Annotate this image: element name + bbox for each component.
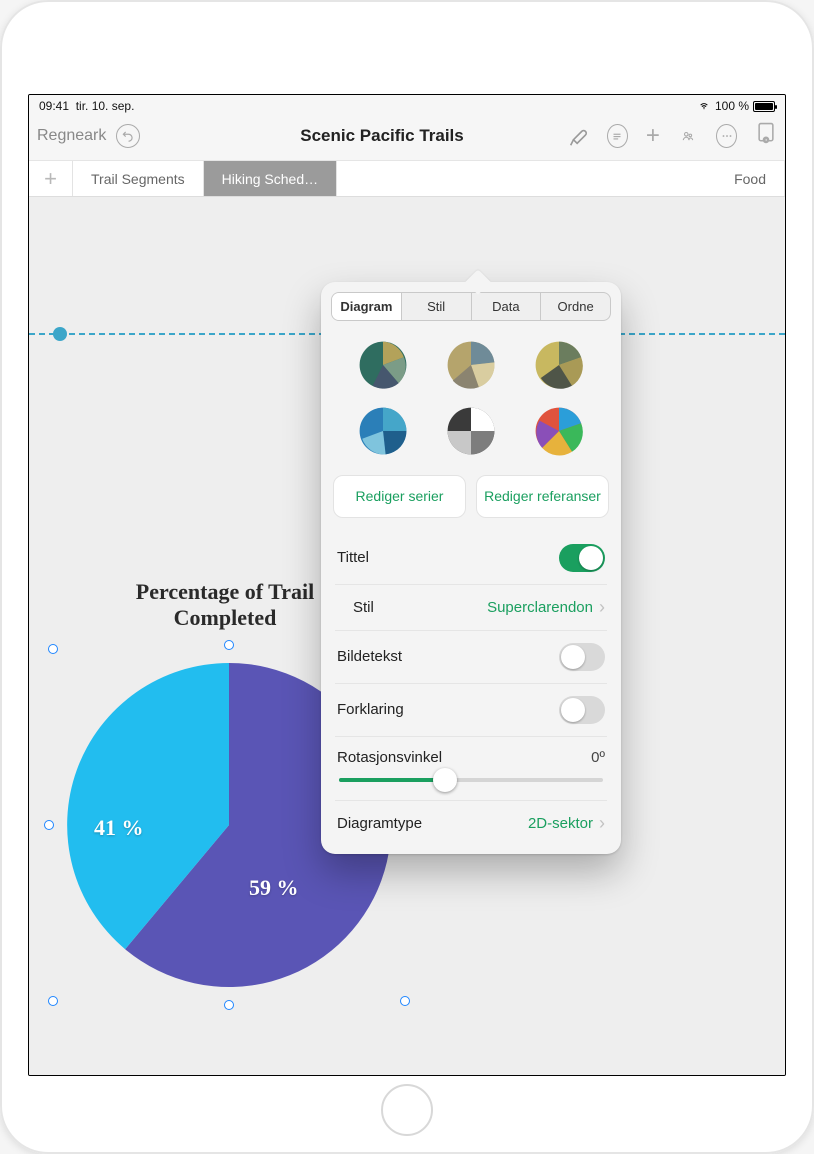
battery-percent: 100 % [715, 99, 749, 113]
segment-arrange[interactable]: Ordne [541, 293, 610, 320]
legend-label: Forklaring [337, 701, 404, 718]
title-style-value: Superclarendon [487, 599, 593, 616]
edit-series-button[interactable]: Rediger serier [333, 475, 466, 518]
status-bar: 09:41 tir. 10. sep. 100 % [29, 95, 785, 115]
edit-references-button[interactable]: Rediger referanser [476, 475, 609, 518]
chart-style-swatch[interactable] [445, 405, 497, 457]
collab-button[interactable] [678, 124, 698, 148]
comment-button[interactable] [607, 124, 628, 148]
title-toggle[interactable] [559, 544, 605, 572]
rotation-value: 0º [591, 749, 605, 766]
chart-style-swatch[interactable] [357, 339, 409, 391]
caption-toggle[interactable] [559, 643, 605, 671]
selection-handle[interactable] [224, 640, 234, 650]
more-button[interactable] [716, 124, 737, 148]
spreadsheet-canvas[interactable]: Percentage of Trail Completed 41 % 59 % [29, 197, 785, 1076]
format-segmented-control: Diagram Stil Data Ordne [331, 292, 611, 321]
caption-label: Bildetekst [337, 648, 402, 665]
app-toolbar: Regneark Scenic Pacific Trails + [29, 115, 785, 161]
ipad-home-button[interactable] [381, 1084, 433, 1136]
format-popover: Diagram Stil Data Ordne Rediger serier [321, 282, 621, 854]
wifi-icon [697, 101, 711, 111]
add-sheet-button[interactable]: + [29, 161, 73, 196]
chart-type-value: 2D-sektor [528, 815, 593, 832]
chart-style-swatch[interactable] [357, 405, 409, 457]
tab-hiking-schedule[interactable]: Hiking Sched… [204, 161, 338, 196]
chart-title: Percentage of Trail Completed [105, 579, 345, 632]
tab-food[interactable]: Food [716, 161, 785, 196]
legend-toggle[interactable] [559, 696, 605, 724]
tab-trail-segments[interactable]: Trail Segments [73, 161, 204, 196]
ipad-frame: 09:41 tir. 10. sep. 100 % Regneark Sceni… [0, 0, 814, 1154]
undo-button[interactable] [116, 124, 140, 148]
segment-data[interactable]: Data [472, 293, 542, 320]
title-style-row[interactable]: Stil Superclarendon › [335, 584, 607, 630]
back-button[interactable]: Regneark [37, 127, 106, 145]
chart-style-swatch[interactable] [445, 339, 497, 391]
color-swatch-row-1 [321, 333, 621, 399]
selection-handle[interactable] [48, 644, 58, 654]
rotation-slider[interactable] [339, 778, 603, 782]
battery-icon [753, 101, 775, 112]
title-label: Tittel [337, 549, 369, 566]
segment-diagram[interactable]: Diagram [332, 293, 402, 320]
selection-handle[interactable] [48, 996, 58, 1006]
screen: 09:41 tir. 10. sep. 100 % Regneark Sceni… [28, 94, 786, 1076]
selection-handle[interactable] [224, 1000, 234, 1010]
segment-style[interactable]: Stil [402, 293, 472, 320]
selection-handle[interactable] [400, 996, 410, 1006]
document-title: Scenic Pacific Trails [201, 126, 563, 146]
presentation-button[interactable] [755, 121, 777, 150]
chart-type-row[interactable]: Diagramtype 2D-sektor › [335, 800, 607, 846]
caption-toggle-row: Bildetekst [335, 630, 607, 683]
insert-button[interactable]: + [646, 122, 660, 150]
chart-style-swatch[interactable] [533, 339, 585, 391]
format-brush-icon[interactable] [567, 123, 589, 149]
slice-label-1: 59 % [249, 875, 299, 901]
status-date: tir. 10. sep. [76, 99, 135, 113]
alignment-guide-handle[interactable] [53, 327, 67, 341]
rotation-row: Rotasjonsvinkel 0º [335, 736, 607, 800]
status-time: 09:41 [39, 99, 69, 113]
legend-toggle-row: Forklaring [335, 683, 607, 736]
chevron-right-icon: › [599, 597, 605, 618]
chevron-right-icon: › [599, 813, 605, 834]
slice-label-0: 41 % [94, 815, 144, 841]
chart-type-label: Diagramtype [337, 815, 422, 832]
title-toggle-row: Tittel [335, 532, 607, 584]
rotation-label: Rotasjonsvinkel [337, 749, 442, 766]
status-right: 100 % [697, 99, 775, 113]
title-style-label: Stil [353, 599, 374, 616]
status-left: 09:41 tir. 10. sep. [39, 99, 134, 113]
color-swatch-row-2 [321, 399, 621, 465]
chart-style-swatch[interactable] [533, 405, 585, 457]
sheet-tabs: + Trail Segments Hiking Sched… Food [29, 161, 785, 197]
selection-handle[interactable] [44, 820, 54, 830]
